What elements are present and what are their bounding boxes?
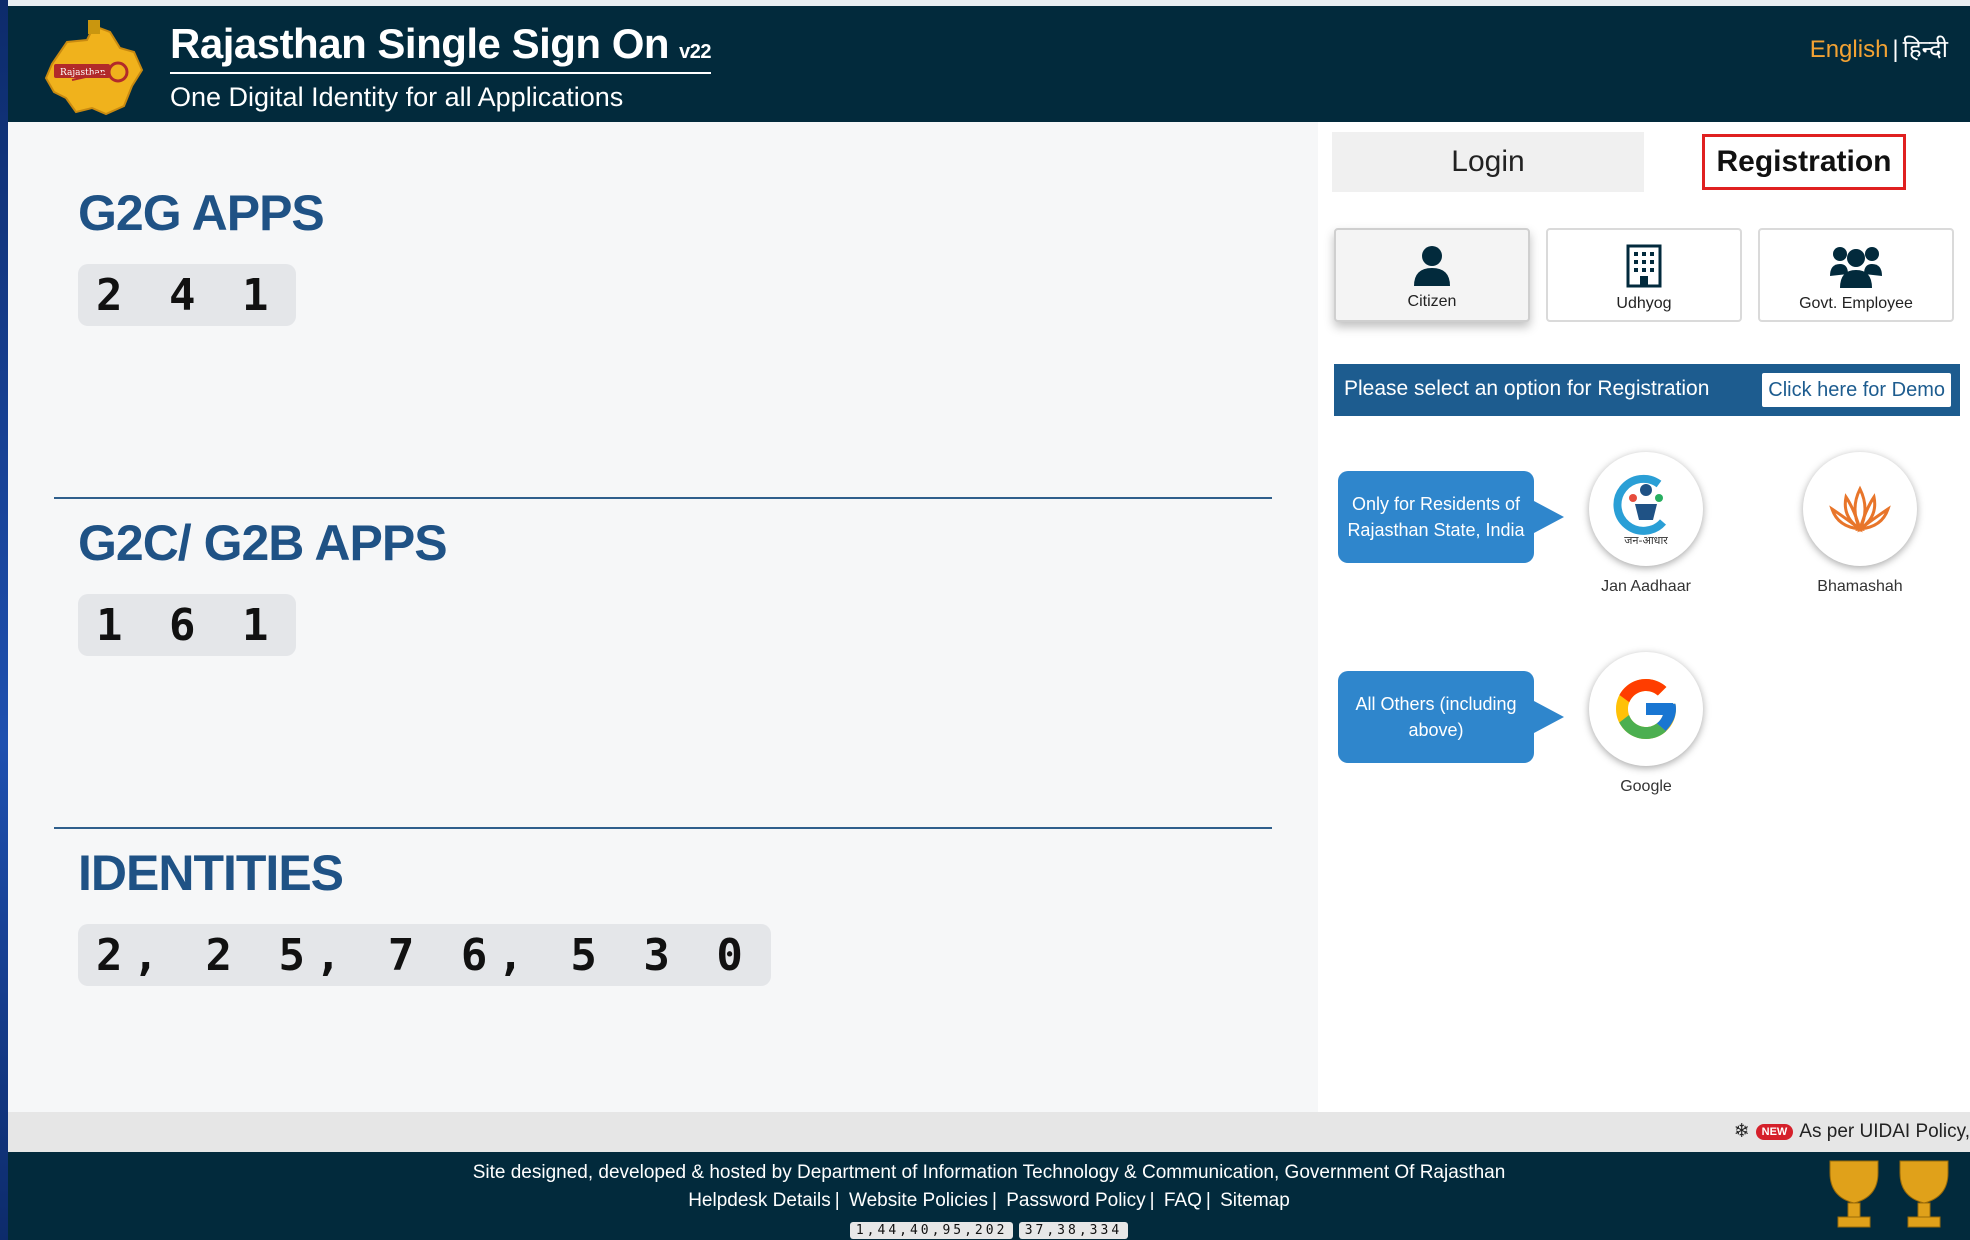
footer-link-password-policy[interactable]: Password Policy — [1006, 1190, 1145, 1211]
google-logo — [1589, 652, 1703, 766]
user-type-label: Govt. Employee — [1799, 295, 1913, 312]
group-icon — [1830, 247, 1882, 288]
building-icon — [1626, 244, 1662, 288]
footer-link-faq[interactable]: FAQ — [1164, 1190, 1202, 1211]
bhamashah-option[interactable]: Bhamashah — [1800, 452, 1920, 596]
registration-info-bar: Please select an option for Registration… — [1334, 364, 1960, 416]
bhamashah-logo — [1803, 452, 1917, 566]
site-title: Rajasthan Single Sign On v22 — [170, 20, 711, 74]
stat-title: G2G APPS — [78, 185, 325, 241]
user-type-label: Udhyog — [1616, 295, 1672, 312]
lang-separator: | — [1892, 36, 1899, 63]
sso-page: Rajasthan Rajasthan Single Sign On v22 On… — [8, 0, 1970, 1240]
google-option[interactable]: Google — [1586, 652, 1706, 796]
google-icon — [1616, 679, 1676, 739]
stat-title: G2C/ G2B APPS — [78, 515, 448, 571]
stat-g2g: G2G APPS 2 4 1 — [78, 184, 325, 326]
stat-title: IDENTITIES — [78, 845, 344, 901]
new-badge: NEW — [1755, 1124, 1794, 1140]
ticker-message[interactable]: ❄ NEW As per UIDAI Policy, — [1734, 1120, 1970, 1143]
trophy-icon — [1829, 1160, 1949, 1228]
others-note: All Others (including above) — [1338, 671, 1564, 763]
site-header: Rajasthan Rajasthan Single Sign On v22 On… — [8, 0, 1970, 122]
option-label: Bhamashah — [1817, 578, 1903, 595]
stat-g2c-g2b: G2C/ G2B APPS 1 6 1 — [78, 514, 448, 656]
window-edge — [0, 0, 8, 1240]
option-label: Jan Aadhaar — [1601, 578, 1691, 595]
user-type-govt-employee[interactable]: Govt. Employee — [1758, 228, 1954, 322]
demo-button[interactable]: Click here for Demo — [1761, 372, 1952, 408]
lotus-icon — [1829, 485, 1891, 533]
snowflake-icon: ❄ — [1733, 1121, 1750, 1142]
info-text: Please select an option for Registration — [1344, 377, 1710, 400]
lang-english-link[interactable]: English — [1810, 36, 1889, 63]
tab-login[interactable]: Login — [1332, 132, 1644, 192]
site-footer: Site designed, developed & hosted by Dep… — [8, 1152, 1970, 1240]
stat-counter: 1 6 1 — [78, 594, 297, 656]
version-label: v22 — [679, 41, 711, 63]
user-type-label: Citizen — [1407, 293, 1457, 310]
stat-counter: 2, 2 5, 7 6, 5 3 0 — [78, 924, 771, 986]
jan-aadhaar-icon: जन-आधार — [1613, 474, 1668, 547]
auth-panel: Login Registration Citizen Udhyog Govt. … — [1320, 122, 1970, 1112]
footer-link-sitemap[interactable]: Sitemap — [1220, 1190, 1290, 1211]
language-switcher: English | हिन्दी — [1810, 32, 1948, 65]
divider — [54, 827, 1272, 829]
jan-aadhaar-logo: जन-आधार — [1589, 452, 1703, 566]
lang-hindi-link[interactable]: हिन्दी — [1903, 36, 1948, 63]
jan-aadhaar-option[interactable]: जन-आधार Jan Aadhaar — [1586, 452, 1706, 596]
news-ticker: ❄ NEW As per UIDAI Policy, — [8, 1112, 1970, 1152]
visitor-counters: 1,44,40,95,202 37,38,334 — [8, 1218, 1970, 1240]
footer-link-helpdesk[interactable]: Helpdesk Details — [688, 1190, 831, 1211]
tab-registration[interactable]: Registration — [1702, 134, 1906, 190]
person-icon — [1414, 246, 1450, 286]
site-subtitle: One Digital Identity for all Application… — [170, 82, 624, 112]
footer-links: Helpdesk Details | Website Policies | Pass… — [688, 1190, 1290, 1211]
ticker-text: As per UIDAI Policy, — [1799, 1121, 1970, 1142]
stats-panel: G2G APPS 2 4 1 G2C/ G2B APPS 1 6 1 IDENT… — [8, 122, 1318, 1112]
jan-aadhaar-logo-text: जन-आधार — [1624, 534, 1668, 547]
divider — [54, 497, 1272, 499]
option-label: Google — [1620, 778, 1672, 795]
footer-credits: Site designed, developed & hosted by Dep… — [472, 1162, 1506, 1183]
visitor-count: 1,44,40,95,202 — [849, 1222, 1014, 1239]
today-count: 37,38,334 — [1018, 1222, 1129, 1239]
user-type-citizen[interactable]: Citizen — [1334, 228, 1530, 322]
user-type-udhyog[interactable]: Udhyog — [1546, 228, 1742, 322]
rajasthan-logo: Rajasthan — [44, 20, 144, 116]
stat-counter: 2 4 1 — [78, 264, 297, 326]
footer-link-website-policies[interactable]: Website Policies — [849, 1190, 988, 1211]
residents-note: Only for Residents of Rajasthan State, I… — [1338, 471, 1564, 563]
stat-identities: IDENTITIES 2, 2 5, 7 6, 5 3 0 — [78, 844, 771, 986]
